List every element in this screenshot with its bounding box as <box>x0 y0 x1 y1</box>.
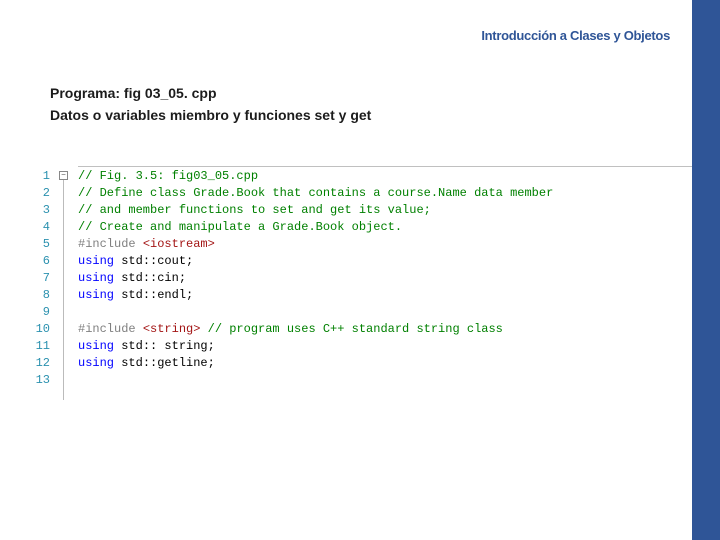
program-label: Programa: fig 03_05. cpp <box>50 82 371 104</box>
line-number: 10 <box>22 321 56 338</box>
code-line: using std:: string; <box>78 338 692 355</box>
code-text: std::cin; <box>114 271 186 285</box>
include-text: <iostream> <box>143 237 215 251</box>
line-number: 5 <box>22 236 56 253</box>
code-text: std::getline; <box>114 356 215 370</box>
line-number: 1 <box>22 168 56 185</box>
line-number: 12 <box>22 355 56 372</box>
line-number: 13 <box>22 372 56 389</box>
comment-text: // Fig. 3.5: fig03_05.cpp <box>78 169 258 183</box>
code-line: #include <string> // program uses C++ st… <box>78 321 692 338</box>
code-top-border <box>78 166 692 167</box>
code-line <box>78 304 692 321</box>
keyword-text: using <box>78 288 114 302</box>
line-number: 11 <box>22 338 56 355</box>
line-number: 6 <box>22 253 56 270</box>
code-line: // Create and manipulate a Grade.Book ob… <box>78 219 692 236</box>
content-block: Programa: fig 03_05. cpp Datos o variabl… <box>50 82 371 127</box>
program-description: Datos o variables miembro y funciones se… <box>50 104 371 126</box>
include-text: <string> <box>143 322 201 336</box>
code-text: std:: string; <box>114 339 215 353</box>
keyword-text: using <box>78 254 114 268</box>
code-line: // Define class Grade.Book that contains… <box>78 185 692 202</box>
slide-header-title: Introducción a Clases y Objetos <box>481 28 670 43</box>
code-line: using std::endl; <box>78 287 692 304</box>
code-line: using std::cin; <box>78 270 692 287</box>
code-editor: 1 − // Fig. 3.5: fig03_05.cpp 2 // Defin… <box>22 168 692 389</box>
code-line: using std::cout; <box>78 253 692 270</box>
code-text: std::cout; <box>114 254 193 268</box>
code-line: // and member functions to set and get i… <box>78 202 692 219</box>
fold-gutter: − <box>56 168 78 185</box>
accent-sidebar <box>692 0 720 540</box>
line-number: 3 <box>22 202 56 219</box>
comment-text: // program uses C++ standard string clas… <box>200 322 502 336</box>
keyword-text: using <box>78 356 114 370</box>
code-line: // Fig. 3.5: fig03_05.cpp <box>78 168 692 185</box>
keyword-text: using <box>78 339 114 353</box>
code-line: #include <iostream> <box>78 236 692 253</box>
preprocessor-text: #include <box>78 322 136 336</box>
code-text: std::endl; <box>114 288 193 302</box>
line-number: 7 <box>22 270 56 287</box>
comment-text: // Define class Grade.Book that contains… <box>78 186 553 200</box>
fold-toggle-icon[interactable]: − <box>59 171 68 180</box>
preprocessor-text: #include <box>78 237 136 251</box>
line-number: 8 <box>22 287 56 304</box>
comment-text: // Create and manipulate a Grade.Book ob… <box>78 220 402 234</box>
line-number: 9 <box>22 304 56 321</box>
line-number: 2 <box>22 185 56 202</box>
code-line: using std::getline; <box>78 355 692 372</box>
keyword-text: using <box>78 271 114 285</box>
comment-text: // and member functions to set and get i… <box>78 203 431 217</box>
line-number: 4 <box>22 219 56 236</box>
code-line <box>78 372 692 389</box>
